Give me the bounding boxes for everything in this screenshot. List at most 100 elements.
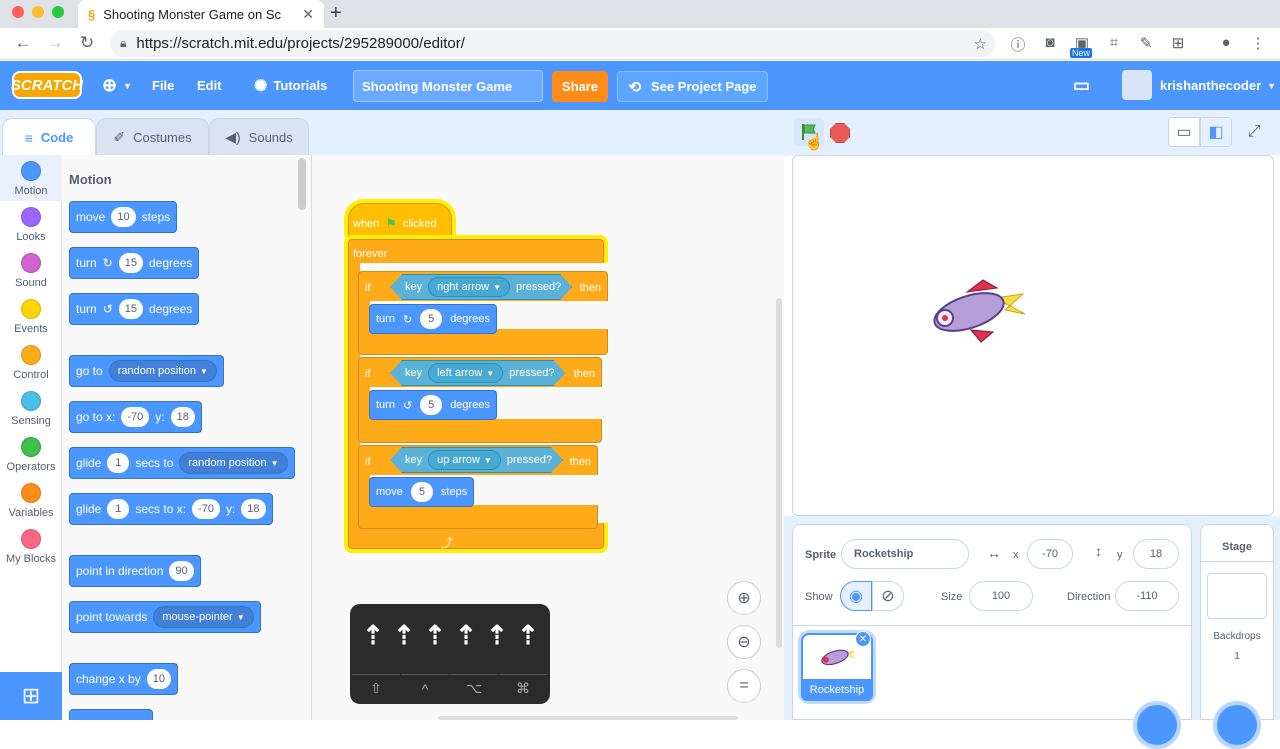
x-input[interactable]: -70: [192, 499, 220, 519]
turn-right-block[interactable]: turn ↻ 5 degrees: [369, 304, 497, 334]
category-operators[interactable]: Operators: [0, 431, 62, 477]
my-stuff-folder-icon[interactable]: ▭: [1073, 75, 1090, 96]
turn-right-block[interactable]: turn ↻ 15 degrees: [69, 247, 200, 279]
key-pressed-condition[interactable]: key left arrow ▼ pressed?: [390, 360, 566, 386]
secs-input[interactable]: 1: [107, 453, 130, 473]
sprite-thumbnail[interactable]: Rocketship ✕: [801, 631, 873, 701]
eyedropper-icon[interactable]: ✎: [1136, 34, 1156, 52]
go-to-block[interactable]: go to random position ▼: [69, 355, 224, 387]
new-tab-button[interactable]: +: [330, 2, 342, 25]
category-sensing[interactable]: Sensing: [0, 385, 62, 431]
browser-menu-icon[interactable]: ⋮: [1248, 34, 1268, 52]
size-input[interactable]: 100: [969, 581, 1033, 611]
point-towards-dropdown[interactable]: mouse-pointer ▼: [153, 606, 254, 628]
share-button[interactable]: Share: [552, 71, 608, 102]
category-sound[interactable]: Sound: [0, 247, 62, 293]
file-menu[interactable]: File: [152, 61, 174, 110]
x-position-input[interactable]: -70: [1027, 539, 1073, 569]
delete-sprite-button[interactable]: ✕: [855, 631, 871, 647]
tutorials-button[interactable]: ✺ Tutorials: [254, 61, 327, 110]
close-tab-icon[interactable]: ✕: [302, 6, 314, 23]
degrees-input[interactable]: 15: [118, 299, 143, 319]
key-pressed-condition[interactable]: key right arrow ▼ pressed?: [390, 274, 572, 300]
forward-arrow-icon[interactable]: →: [44, 33, 66, 53]
url-input[interactable]: 🔒︎ https://scratch.mit.edu/projects/2952…: [110, 30, 995, 57]
secs-input[interactable]: 1: [107, 499, 130, 519]
large-stage-button[interactable]: ◧: [1200, 117, 1232, 147]
key-pressed-condition[interactable]: key up arrow ▼ pressed?: [390, 447, 563, 473]
browser-tab[interactable]: § Shooting Monster Game on Sc ✕: [78, 0, 324, 28]
bookmark-star-icon[interactable]: ☆: [974, 35, 987, 53]
extension-new-icon[interactable]: ▣ New: [1070, 34, 1093, 58]
y-position-input[interactable]: 18: [1133, 539, 1179, 569]
close-window-button[interactable]: [12, 6, 24, 18]
rocketship-sprite[interactable]: [927, 276, 1027, 346]
choose-sprite-button[interactable]: [1133, 701, 1181, 749]
fullscreen-button[interactable]: ⤢: [1238, 117, 1270, 147]
show-sprite-button[interactable]: ◉: [840, 581, 872, 611]
point-towards-block[interactable]: point towards mouse-pointer ▼: [69, 601, 261, 633]
reload-icon[interactable]: ↻: [76, 33, 98, 53]
see-project-page-button[interactable]: ⟲ See Project Page: [617, 71, 768, 102]
partial-block[interactable]: [69, 709, 153, 720]
crop-icon[interactable]: ⌗: [1104, 34, 1124, 51]
account-menu[interactable]: krishanthecoder ▼: [1160, 61, 1276, 110]
point-in-direction-block[interactable]: point in direction 90: [69, 555, 201, 587]
scratch-logo[interactable]: SCRATCH: [11, 71, 83, 99]
go-to-xy-block[interactable]: go to x: -70 y: 18: [69, 401, 202, 433]
backdrop-thumbnail[interactable]: [1207, 573, 1267, 619]
avatar[interactable]: [1122, 70, 1152, 100]
degrees-input[interactable]: 5: [420, 395, 443, 415]
script-area[interactable]: when ⚑ clicked forever ⤴ if then key rig…: [312, 155, 784, 720]
stop-button[interactable]: [830, 123, 850, 143]
hide-sprite-button[interactable]: ⊘: [872, 581, 904, 611]
zoom-in-button[interactable]: ⊕: [727, 581, 761, 615]
choose-backdrop-button[interactable]: [1213, 701, 1261, 749]
project-title-input[interactable]: Shooting Monster Game: [353, 70, 543, 102]
y-input[interactable]: 18: [241, 499, 266, 519]
sprite-name-input[interactable]: Rocketship: [841, 539, 969, 569]
turn-left-block[interactable]: turn ↺ 5 degrees: [369, 390, 497, 420]
palette-scrollbar[interactable]: [298, 158, 306, 210]
stage-canvas[interactable]: [792, 155, 1274, 516]
profile-icon[interactable]: ●: [1216, 34, 1236, 51]
glide-target-dropdown[interactable]: random position ▼: [179, 452, 288, 474]
camera-icon[interactable]: ◙: [1040, 34, 1060, 51]
extension-info-icon[interactable]: ⓘ: [1008, 34, 1028, 55]
maximize-window-button[interactable]: [52, 6, 64, 18]
script-area-hscrollbar[interactable]: [438, 716, 738, 720]
category-motion[interactable]: Motion: [0, 155, 62, 201]
y-input[interactable]: 18: [170, 407, 195, 427]
degrees-input[interactable]: 15: [118, 253, 143, 273]
category-events[interactable]: Events: [0, 293, 62, 339]
key-dropdown[interactable]: up arrow ▼: [428, 450, 501, 470]
x-input[interactable]: -70: [121, 407, 150, 427]
extension-icon[interactable]: ⊞: [1168, 34, 1188, 52]
category-looks[interactable]: Looks: [0, 201, 62, 247]
category-control[interactable]: Control: [0, 339, 62, 385]
tab-code[interactable]: ≡ Code: [2, 118, 96, 156]
stage-selector-panel[interactable]: Stage Backdrops 1: [1200, 524, 1274, 749]
change-x-block[interactable]: change x by 10: [69, 663, 178, 695]
script-area-scrollbar[interactable]: [776, 298, 782, 648]
turn-left-block[interactable]: turn ↺ 15 degrees: [69, 293, 200, 325]
zoom-out-button[interactable]: ⊖: [727, 625, 761, 659]
minimize-window-button[interactable]: [32, 6, 44, 18]
tab-costumes[interactable]: ✐ Costumes: [96, 118, 209, 156]
move-steps-block[interactable]: move 10 steps: [69, 201, 178, 233]
add-extension-button[interactable]: ⊞: [0, 672, 62, 720]
small-stage-button[interactable]: ▭: [1168, 117, 1200, 147]
glide-to-block[interactable]: glide 1 secs to random position ▼: [69, 447, 295, 479]
go-to-target-dropdown[interactable]: random position ▼: [108, 360, 217, 382]
steps-input[interactable]: 5: [410, 482, 433, 502]
when-flag-clicked-block[interactable]: when ⚑ clicked: [348, 203, 452, 237]
glide-to-xy-block[interactable]: glide 1 secs to x: -70 y: 18: [69, 493, 273, 525]
tab-sounds[interactable]: ◀) Sounds: [209, 118, 309, 156]
direction-input[interactable]: -110: [1115, 581, 1179, 611]
back-arrow-icon[interactable]: ←: [12, 33, 34, 53]
change-x-input[interactable]: 10: [146, 669, 171, 689]
key-dropdown[interactable]: right arrow ▼: [428, 277, 510, 297]
key-dropdown[interactable]: left arrow ▼: [428, 363, 503, 383]
move-steps-block[interactable]: move 5 steps: [369, 477, 475, 507]
category-my-blocks[interactable]: My Blocks: [0, 523, 62, 569]
